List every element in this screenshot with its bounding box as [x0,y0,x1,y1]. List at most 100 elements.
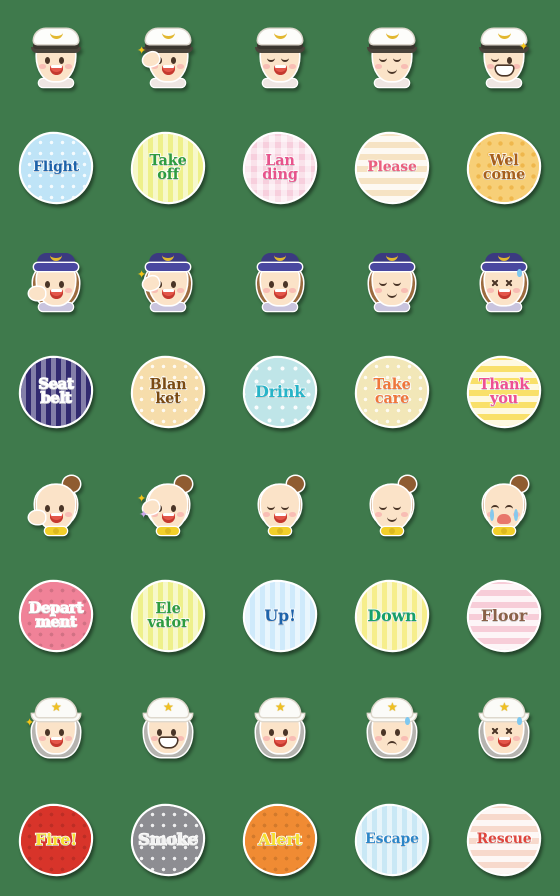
sparkle-icon: ✦ [137,492,147,505]
grid-cell-r1-c3 [224,0,336,112]
grid-cell-r2-c3: Lan ding [224,112,336,224]
grid-cell-r8-c5: Rescue [448,784,560,896]
badge-welcome[interactable]: Wel come [469,134,539,202]
grid-cell-r6-c3: Up! [224,560,336,672]
cheek-right [289,512,296,517]
pilot-cap-icon [31,29,81,53]
badge-label: Depart ment [26,600,86,631]
firefighter-alert[interactable]: ★ [249,695,311,761]
pilot-calm[interactable] [361,23,423,89]
sparkle-icon: ✦ [137,44,147,57]
badge-flight[interactable]: Flight [21,134,91,202]
eye-right [171,281,176,288]
eye-left [269,729,274,736]
badge-line: Floor [480,606,528,626]
eye-right [59,505,64,512]
grid-cell-r8-c2: Smoke [112,784,224,896]
grid-cell-r2-c2: Take off [112,112,224,224]
badge-line: Drink [254,382,306,402]
badge-elevator[interactable]: Ele vator [133,582,203,650]
grid-cell-r4-c3: Drink [224,336,336,448]
grid-cell-r4-c1: Seat belt [0,336,112,448]
eye-left [45,57,50,64]
badge-floor[interactable]: Floor [469,582,539,650]
badge-label: Flight [30,159,82,175]
usher-guiding[interactable] [25,471,87,537]
eye-right [171,57,176,64]
badge-line: ding [261,166,298,183]
eye-right [171,729,176,736]
grid-cell-r5-c2: ✦ ✦ [112,448,224,560]
badge-escape[interactable]: Escape [357,806,427,874]
sparkle-icon: ✦ [139,508,149,521]
usher-crying[interactable] [473,471,535,537]
cheek-right [513,736,520,741]
cheek-right [289,288,296,293]
usher-laughing[interactable] [249,471,311,537]
badge-fire[interactable]: Fire! [21,806,91,874]
badge-line: Up! [263,606,296,626]
cheek-right [65,512,72,517]
attendant-pointing[interactable]: ✦ [137,247,199,313]
badge-label: Up! [261,606,299,626]
badge-label: Take care [370,376,413,407]
attendant-cap-icon [258,253,302,273]
eye-right [283,281,288,288]
attendant-cheerful[interactable] [249,247,311,313]
badge-down[interactable]: Down [357,582,427,650]
badge-department[interactable]: Depart ment [21,582,91,650]
badge-line: Rescue [476,831,533,848]
grid-cell-r1-c1 [0,0,112,112]
badge-label: Floor [478,606,530,626]
hand-icon [29,511,45,524]
attendant-distressed[interactable] [473,247,535,313]
badge-landing[interactable]: Lan ding [245,134,315,202]
badge-take-care[interactable]: Take care [357,358,427,426]
grid-cell-r3-c4 [336,224,448,336]
usher-announcing[interactable]: ✦ ✦ [137,471,199,537]
badge-label: Rescue [474,831,535,848]
firefighter-panicked[interactable]: ★ [473,695,535,761]
cheek-left [487,64,494,69]
pilot-laughing[interactable] [249,23,311,89]
badge-label: Escape [362,831,422,847]
grid-cell-r4-c2: Blan ket [112,336,224,448]
pilot-smiling[interactable] [25,23,87,89]
firefighter-grinning[interactable]: ★ [137,695,199,761]
grid-cell-r1-c2: ✦ [112,0,224,112]
fire-helmet-icon: ★ [32,699,80,723]
badge-up[interactable]: Up! [245,582,315,650]
firefighter-cheerful[interactable]: ★ ✦ [25,695,87,761]
attendant-calm[interactable] [361,247,423,313]
cheek-left [375,736,382,741]
badge-drink[interactable]: Drink [245,358,315,426]
eye-left [381,729,386,736]
badge-blanket[interactable]: Blan ket [133,358,203,426]
cheek-right [401,512,408,517]
eye-left [491,279,499,287]
badge-please[interactable]: Please [357,134,427,202]
badge-label: Wel come [480,152,528,183]
eye-right [505,727,513,735]
pilot-saluting[interactable]: ✦ [137,23,199,89]
cheek-left [39,736,46,741]
cheek-left [487,736,494,741]
badge-rescue[interactable]: Rescue [469,806,539,874]
badge-thank-you[interactable]: Thank you [469,358,539,426]
badge-take-off[interactable]: Take off [133,134,203,202]
eye-right [395,729,400,736]
badge-smoke[interactable]: Smoke [133,806,203,874]
sweat-drop-icon [517,717,522,725]
cheek-right [177,288,184,293]
usher-bowing[interactable] [361,471,423,537]
badge-label: Seat belt [36,376,77,407]
fire-helmet-icon: ★ [256,699,304,723]
badge-label: Smoke [135,831,200,848]
attendant-welcoming[interactable] [25,247,87,313]
firefighter-worried[interactable]: ★ [361,695,423,761]
badge-alert[interactable]: Alert [245,806,315,874]
pilot-winking[interactable]: ✦ [473,23,535,89]
badge-seat-belt[interactable]: Seat belt [21,358,91,426]
cheek-left [263,288,270,293]
sweat-drop-icon [517,269,522,277]
